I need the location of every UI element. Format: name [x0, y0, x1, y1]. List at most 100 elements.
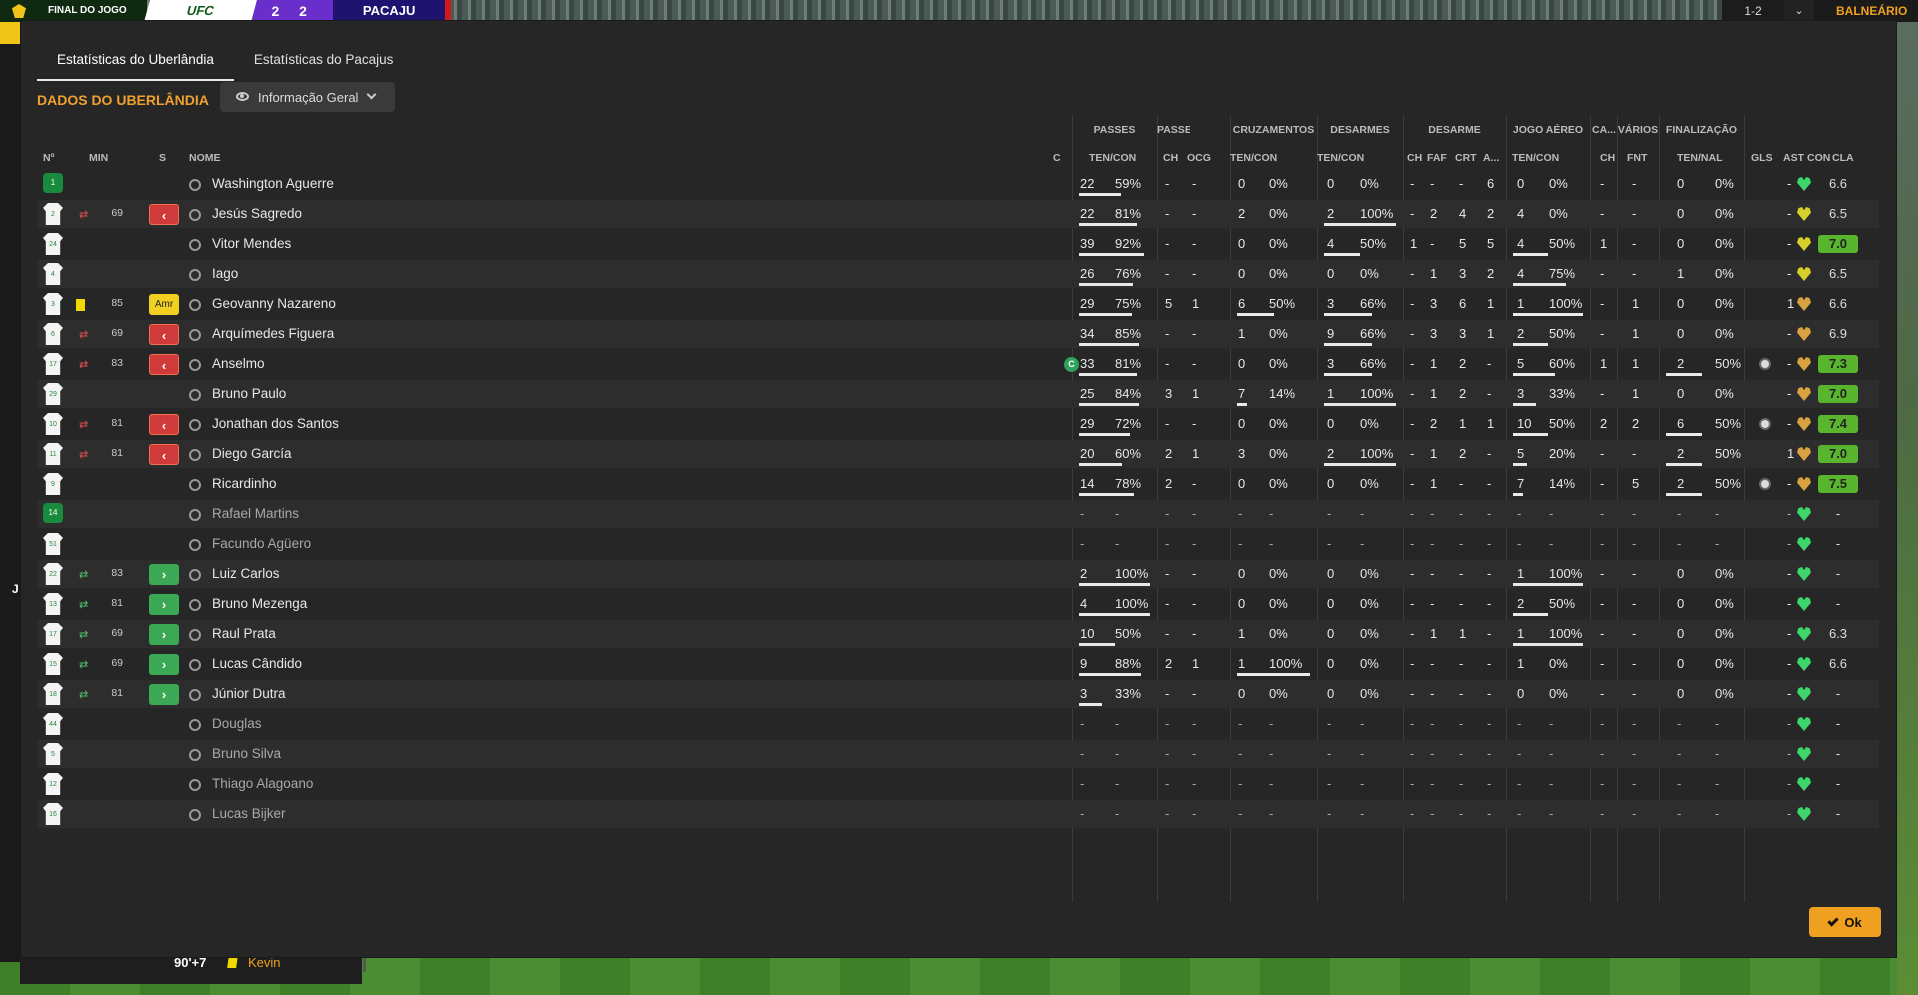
player-name[interactable]: Júnior Dutra: [212, 686, 286, 701]
player-row[interactable]: 17 ⇄ 83 ‹ Anselmo C 33 81% 0 0% 3 66% 5 60% 2 50% - - -1 2-…: [37, 350, 1879, 378]
player-row[interactable]: 18 ⇄ 81 › Júnior Dutra 3 33% 0 0% 0 0% 0 0% 0 0% - - - - - -…: [37, 680, 1879, 708]
pch-value: -: [1165, 356, 1170, 371]
substituted-on-icon: ›: [149, 624, 179, 645]
tab-away-stats[interactable]: Estatísticas do Pacajus: [234, 49, 414, 81]
column-group-header[interactable]: PASSES: [1072, 124, 1157, 140]
player-name[interactable]: Lucas Cândido: [212, 656, 302, 671]
column-header[interactable]: S: [159, 152, 166, 166]
player-row[interactable]: 12 Thiago Alagoano - - - - - - - - - - - - - - - - - - - -: [37, 770, 1879, 798]
player-row[interactable]: 16 Lucas Bijker - - - - - - - - - - - - - - - - - - - -: [37, 800, 1879, 828]
ast-value: -: [1787, 416, 1792, 431]
cr-attempts: 0: [1238, 416, 1246, 431]
player-row[interactable]: 1 Washington Aguerre 22 59% 0 0% 0 0% 0 0% 0 0% - - - -…: [37, 170, 1879, 198]
player-name[interactable]: Iago: [212, 266, 238, 281]
player-name[interactable]: Washington Aguerre: [212, 176, 334, 191]
column-header[interactable]: CON: [1807, 152, 1830, 166]
player-name[interactable]: Ricardinho: [212, 476, 277, 491]
dc-value: -: [1410, 626, 1415, 641]
pas-attempts: 3: [1080, 686, 1088, 701]
column-group-header[interactable]: JOGO AÉREO: [1506, 124, 1590, 140]
player-name[interactable]: Jesús Sagredo: [212, 206, 302, 221]
player-name[interactable]: Jonathan dos Santos: [212, 416, 339, 431]
cach-value: 1: [1600, 236, 1608, 251]
player-name[interactable]: Luiz Carlos: [212, 566, 280, 581]
player-row[interactable]: 11 ⇄ 81 ‹ Diego García 20 60% 3 0% 2 100% 5 20% 2 50% 2…: [37, 440, 1879, 468]
column-header[interactable]: A...: [1483, 152, 1499, 166]
player-row[interactable]: 6 ⇄ 69 ‹ Arquímedes Figuera 34 85% 1 0% 9 66% 2 50% 0…: [37, 320, 1879, 348]
dressing-room-button[interactable]: BALNEÁRIO: [1814, 0, 1918, 22]
column-header[interactable]: TEN/NAL: [1677, 152, 1723, 166]
aer-success-bar: [1513, 463, 1527, 466]
pas-attempts: 4: [1080, 596, 1088, 611]
column-header[interactable]: TEN/CON: [1317, 152, 1364, 166]
column-header[interactable]: Nº: [43, 152, 54, 166]
column-header[interactable]: GLS: [1751, 152, 1773, 166]
player-name[interactable]: Raul Prata: [212, 626, 276, 641]
column-group-header[interactable]: PASSE: [1157, 124, 1190, 140]
player-name[interactable]: Bruno Silva: [212, 746, 281, 761]
column-header[interactable]: OCG: [1187, 152, 1211, 166]
column-header[interactable]: CRT: [1455, 152, 1477, 166]
player-name[interactable]: Thiago Alagoano: [212, 776, 313, 791]
player-name[interactable]: Arquímedes Figuera: [212, 326, 334, 341]
column-header[interactable]: AST: [1783, 152, 1804, 166]
player-row[interactable]: 13 ⇄ 81 › Bruno Mezenga 4 100% 0 0% 0 0% 2 50% 0 0% - - -…: [37, 590, 1879, 618]
column-header[interactable]: FAF: [1427, 152, 1447, 166]
player-row[interactable]: 24 Vitor Mendes 39 92% 0 0% 4 50% 4 50% 0 0% - -1-5 5 1…: [37, 230, 1879, 258]
player-row[interactable]: 9 Ricardinho 14 78% 0 0% 0 0% 7 14% 2 50% 2- -1- - -5-7…: [37, 470, 1879, 498]
player-name[interactable]: Vitor Mendes: [212, 236, 291, 251]
menu-chevron-icon[interactable]: ⌄: [1784, 0, 1814, 22]
column-group-header[interactable]: CRUZAMENTOS: [1230, 124, 1317, 140]
player-row[interactable]: 10 ⇄ 81 ‹ Jonathan dos Santos 29 72% 0 0% 0 0% 10 50…: [37, 410, 1879, 438]
column-group-header[interactable]: FINALIZAÇÃO: [1659, 124, 1744, 140]
column-header[interactable]: MIN: [89, 152, 108, 166]
column-group-header[interactable]: CA...: [1590, 124, 1618, 140]
column-header[interactable]: FNT: [1627, 152, 1647, 166]
substituted-off-icon: ‹: [149, 444, 179, 465]
column-header[interactable]: CH: [1407, 152, 1422, 166]
view-selector[interactable]: Informação Geral: [220, 82, 395, 112]
column-header[interactable]: NOME: [189, 152, 221, 166]
player-name[interactable]: Facundo Agüero: [212, 536, 311, 551]
ok-button[interactable]: Ok: [1809, 907, 1881, 937]
stats-dialog: Estatísticas do Uberlândia Estatísticas …: [20, 20, 1897, 958]
fin-attempts: 6: [1677, 416, 1685, 431]
player-row[interactable]: 2 ⇄ 69 ‹ Jesús Sagredo 22 81% 2 0% 2 100% 4 0% 0 0% - - -…: [37, 200, 1879, 228]
column-header[interactable]: CH: [1600, 152, 1615, 166]
column-group-header[interactable]: DESARMES: [1317, 124, 1403, 140]
player-row[interactable]: 3 85 Amr Geovanny Nazareno 29 75% 6 50% 3 66% 1 100…: [37, 290, 1879, 318]
player-name[interactable]: Rafael Martins: [212, 506, 299, 521]
column-header[interactable]: CH: [1163, 152, 1178, 166]
pas-percent: 81%: [1115, 206, 1142, 221]
player-row[interactable]: 5 Bruno Silva - - - - - - - - - - - - - - - - - - - -: [37, 740, 1879, 768]
column-header[interactable]: C: [1053, 152, 1061, 166]
player-name[interactable]: Diego García: [212, 446, 292, 461]
tab-home-stats[interactable]: Estatísticas do Uberlândia: [37, 49, 234, 81]
column-header[interactable]: CLA: [1832, 152, 1854, 166]
player-row[interactable]: 29 Bruno Paulo 25 84% 7 14% 1 100% 3 33% 0 0% 3 1-1 2-…: [37, 380, 1879, 408]
column-group-header[interactable]: VÁRIOS: [1617, 124, 1659, 140]
ds-percent: 66%: [1360, 296, 1387, 311]
player-name[interactable]: Douglas: [212, 716, 262, 731]
player-name[interactable]: Geovanny Nazareno: [212, 296, 336, 311]
player-row[interactable]: 4 Iago 26 76% 0 0% 0 0% 4 75% 1 0% - - -1 3 2- - -6.5: [37, 260, 1879, 288]
player-row[interactable]: 15 ⇄ 69 › Lucas Cândido 9 88% 1 100% 0 0% 1 0% 0 0% 2 1 -…: [37, 650, 1879, 678]
player-row[interactable]: 22 ⇄ 83 › Luiz Carlos 2 100% 0 0% 0 0% 1 100% 0 0% - - - -…: [37, 560, 1879, 588]
a-value: 1: [1487, 296, 1495, 311]
player-row[interactable]: 51 Facundo Agüero - - - - - - - - - - - - - - - - - - - -: [37, 530, 1879, 558]
player-row[interactable]: 14 Rafael Martins - - - - - - - - - - - - - - - - - - - -: [37, 500, 1879, 528]
period-indicator[interactable]: 1-2: [1722, 0, 1784, 22]
column-header[interactable]: TEN/CON: [1512, 152, 1559, 166]
player-name[interactable]: Anselmo: [212, 356, 265, 371]
column-header[interactable]: TEN/CON: [1089, 152, 1136, 166]
player-name[interactable]: Bruno Mezenga: [212, 596, 307, 611]
player-row[interactable]: 44 Douglas - - - - - - - - - - - - - - - - - - - -: [37, 710, 1879, 738]
player-rating: 6.5: [1828, 206, 1848, 221]
fin-attempts: 0: [1677, 326, 1685, 341]
column-group-header[interactable]: DESARME: [1403, 124, 1506, 140]
player-name[interactable]: Lucas Bijker: [212, 806, 286, 821]
person-icon: [189, 719, 201, 731]
column-header[interactable]: TEN/CON: [1230, 152, 1277, 166]
player-name[interactable]: Bruno Paulo: [212, 386, 286, 401]
player-row[interactable]: 17 ⇄ 69 › Raul Prata 10 50% 1 0% 0 0% 1 100% 0 0% - - -1 1…: [37, 620, 1879, 648]
